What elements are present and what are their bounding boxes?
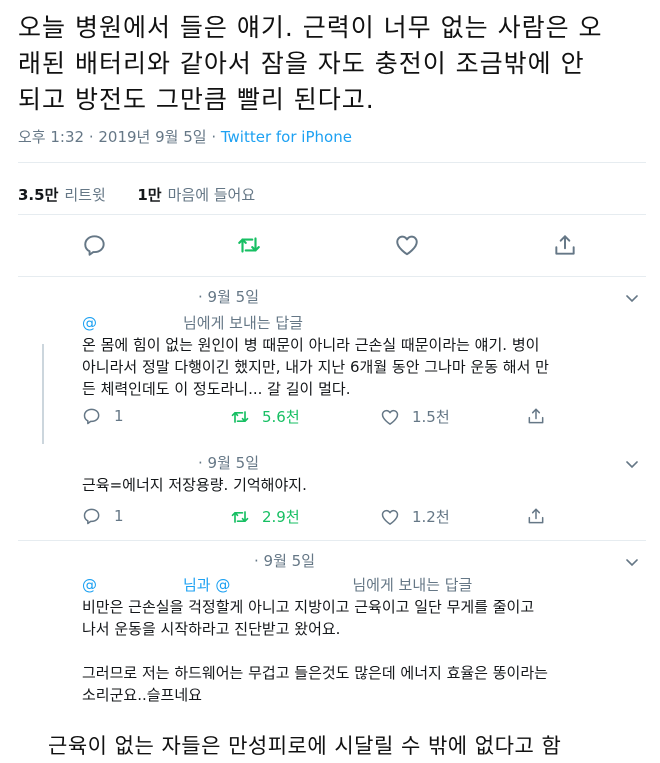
- retweet-stat[interactable]: 3.5만 리트윗: [18, 186, 106, 204]
- reply-text: 비만은 근손실을 걱정할게 아니고 지방이고 근육이고 일단 무게를 줄이고 나…: [82, 596, 642, 706]
- reply-line: 근육=에너지 저장용량. 기억해야지.: [82, 476, 307, 494]
- chevron-down-icon[interactable]: [624, 456, 640, 472]
- reply-button[interactable]: 1: [82, 406, 124, 426]
- reply-icon: [83, 408, 100, 425]
- reply-line: 그러므로 저는 하드웨어는 무겁고 들은것도 많은데 에너지 효율은 똥이라는: [82, 664, 548, 682]
- reply-line: 온 몸에 힘이 없는 원인이 병 때문이 아니라 근손실 때문이라는 얘기. 병…: [82, 336, 540, 354]
- divider: [18, 162, 646, 163]
- retweet-icon[interactable]: [236, 232, 262, 258]
- reply-date: · 9월 5일: [254, 552, 315, 570]
- tweet-source-link[interactable]: Twitter for iPhone: [221, 128, 352, 146]
- reply-line: 아니라서 정말 다행이긴 했지만, 내가 지난 6개월 동안 그나마 운동 해서…: [82, 358, 549, 376]
- reply-date: · 9월 5일: [198, 288, 259, 306]
- like-button[interactable]: 1.2천: [380, 506, 450, 527]
- like-label: 마음에 들어요: [167, 186, 256, 204]
- reply-button[interactable]: 1: [82, 506, 124, 526]
- reply-tweet[interactable]: · 9월 5일 @ 님에게 보내는 답글 온 몸에 힘이 없는 원인이 병 때문이…: [0, 286, 660, 446]
- chevron-down-icon[interactable]: [624, 554, 640, 570]
- reply-line: 나서 운동을 시작하라고 진단받고 왔어요.: [82, 620, 341, 638]
- heart-icon[interactable]: [394, 232, 420, 258]
- reply-tweet[interactable]: · 9월 5일 @ 님과 @ 님에게 보내는 답글 비만은 근손실을 걱정할게 아니…: [0, 550, 660, 710]
- reply-icon[interactable]: [82, 232, 108, 258]
- retweet-label: 리트윗: [64, 186, 106, 204]
- share-button[interactable]: [526, 506, 546, 526]
- reply-to-label: 님에게 보내는 답글: [352, 576, 473, 594]
- reply-action-bar: 1 2.9천 1.2천: [82, 506, 562, 530]
- reply-to: @ 님과 @ 님에게 보내는 답글: [82, 574, 472, 595]
- tweet-action-bar: [0, 230, 660, 262]
- heart-icon: [381, 509, 399, 525]
- reply-text: 온 몸에 힘이 없는 원인이 병 때문이 아니라 근손실 때문이라는 얘기. 병…: [82, 334, 642, 400]
- tweet-line: 래된 배터리와 같아서 잠을 자도 충전이 조금밖에 안: [18, 49, 585, 78]
- reply-tweet[interactable]: · 9월 5일 근육=에너지 저장용량. 기억해야지. 1 2.9천 1.2천: [0, 452, 660, 532]
- reply-line: 소리군요..슬프네요: [82, 686, 202, 704]
- retweet-button[interactable]: 5.6천: [230, 406, 300, 427]
- reply-line: 든 체력인데도 이 정도라니... 갈 길이 멀다.: [82, 380, 351, 398]
- like-button[interactable]: 1.5천: [380, 406, 450, 427]
- tweet-timestamp: 오후 1:32 · 2019년 9월 5일 · Twitter for iPho…: [18, 126, 352, 147]
- reply-line: [82, 640, 642, 662]
- tweet-time: 오후 1:32 · 2019년 9월 5일 ·: [18, 128, 221, 146]
- retweet-count: 3.5만: [18, 186, 59, 204]
- like-count: 1만: [137, 186, 162, 204]
- mention-link[interactable]: @: [82, 314, 97, 332]
- share-button[interactable]: [526, 406, 546, 426]
- retweet-icon: [231, 510, 249, 523]
- share-icon[interactable]: [552, 232, 578, 258]
- reply-to: @ 님에게 보내는 답글: [82, 312, 303, 333]
- reply-icon: [83, 508, 100, 525]
- retweet-count: 5.6천: [262, 408, 300, 426]
- caption: 근육이 없는 자들은 만성피로에 시달릴 수 밖에 없다고 함: [48, 734, 562, 758]
- mention-link[interactable]: @: [82, 576, 97, 594]
- like-count: 1.5천: [412, 408, 450, 426]
- divider: [18, 540, 646, 541]
- share-icon: [528, 408, 544, 424]
- like-count: 1.2천: [412, 508, 450, 526]
- reply-count: 1: [114, 507, 124, 525]
- like-stat[interactable]: 1만 마음에 들어요: [137, 186, 255, 204]
- heart-icon: [381, 409, 399, 425]
- divider: [18, 214, 646, 215]
- tweet-stats: 3.5만 리트윗 1만 마음에 들어요: [18, 184, 255, 205]
- reply-date: · 9월 5일: [198, 454, 259, 472]
- retweet-button[interactable]: 2.9천: [230, 506, 300, 527]
- tweet-line: 되고 방전도 그만큼 빨리 된다고.: [18, 85, 375, 114]
- tweet-line: 오늘 병원에서 들은 얘기. 근력이 너무 없는 사람은 오: [18, 13, 603, 42]
- mention-link[interactable]: 님과 @: [183, 576, 230, 594]
- reply-text: 근육=에너지 저장용량. 기억해야지.: [82, 474, 642, 496]
- thread-line: [42, 344, 44, 444]
- divider: [18, 276, 646, 277]
- reply-action-bar: 1 5.6천 1.5천: [82, 406, 562, 430]
- retweet-count: 2.9천: [262, 508, 300, 526]
- reply-to-label: 님에게 보내는 답글: [183, 314, 303, 332]
- reply-count: 1: [114, 407, 124, 425]
- chevron-down-icon[interactable]: [624, 290, 640, 306]
- share-icon: [528, 508, 544, 524]
- retweet-icon: [231, 410, 249, 423]
- tweet-text: 오늘 병원에서 들은 얘기. 근력이 너무 없는 사람은 오 래된 배터리와 같…: [18, 10, 648, 118]
- reply-line: 비만은 근손실을 걱정할게 아니고 지방이고 근육이고 일단 무게를 줄이고: [82, 598, 535, 616]
